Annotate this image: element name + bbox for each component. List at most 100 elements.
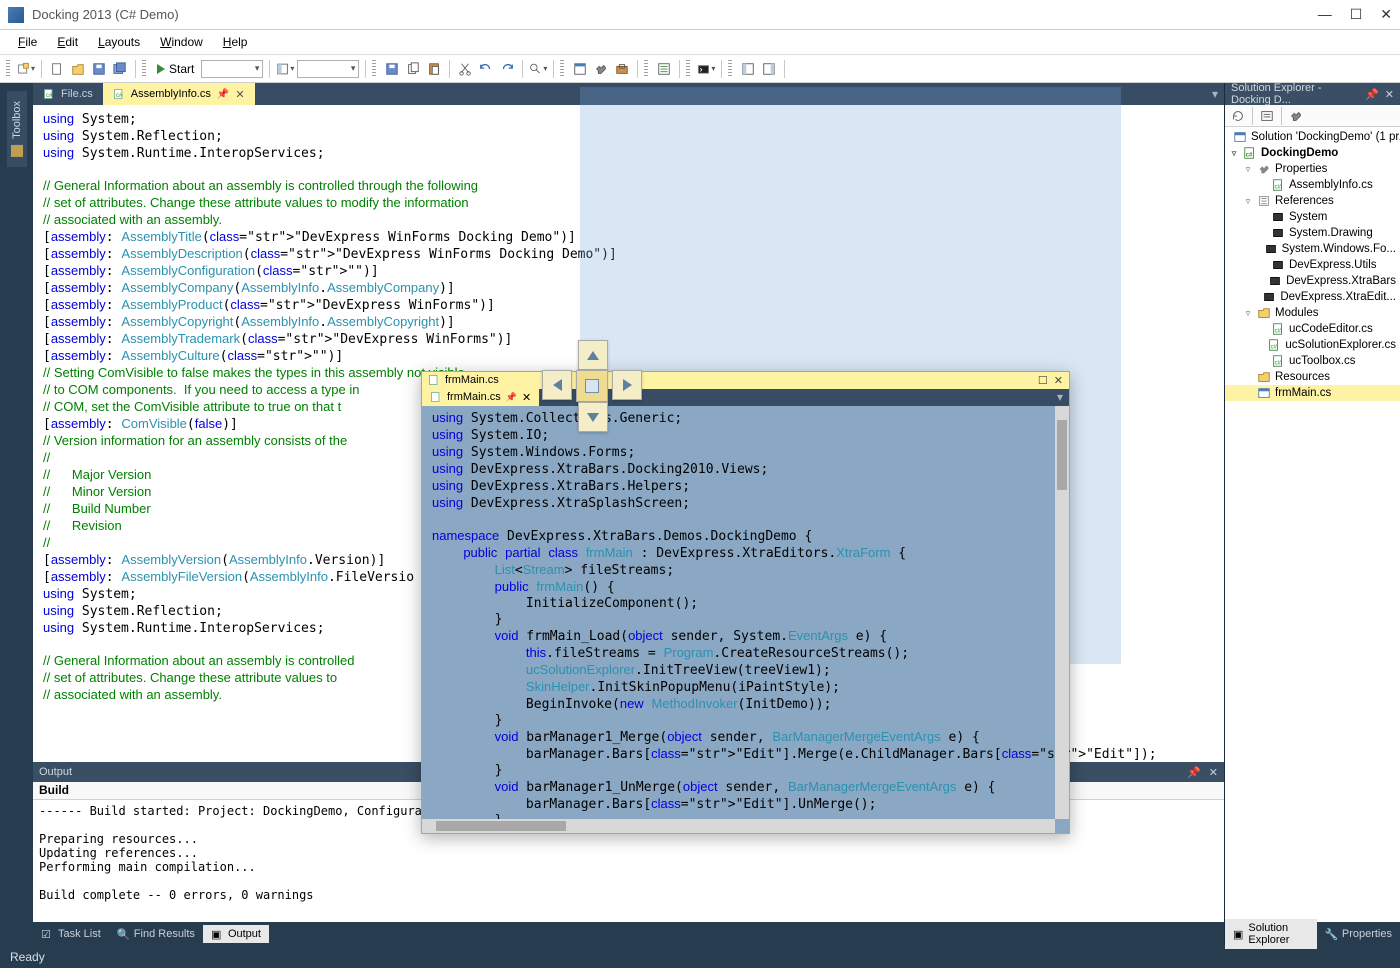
status-bar: Ready — [0, 945, 1400, 968]
tab-task-list[interactable]: ☑Task List — [33, 925, 109, 943]
output-title: Output — [39, 766, 72, 778]
dock-right-button[interactable] — [760, 60, 778, 78]
toolbar-grip-7[interactable] — [728, 60, 732, 78]
tabs-dropdown-icon[interactable]: ▾ — [1212, 87, 1218, 101]
tree-node[interactable]: Solution 'DockingDemo' (1 pr... — [1225, 129, 1400, 145]
save-2-button[interactable] — [383, 60, 401, 78]
menu-file[interactable]: File — [10, 32, 45, 52]
toolbar-grip-5[interactable] — [644, 60, 648, 78]
minimize-button[interactable]: — — [1318, 6, 1332, 23]
pin-icon[interactable]: 📌 — [1365, 88, 1379, 101]
tree-node[interactable]: DevExpress.Utils — [1225, 257, 1400, 273]
close-tab-icon[interactable]: ✕ — [235, 88, 244, 101]
layout-combo[interactable] — [297, 60, 359, 78]
horizontal-scrollbar[interactable] — [422, 819, 1055, 833]
save-all-button[interactable] — [111, 60, 129, 78]
tab-file-cs[interactable]: c# File.cs — [33, 83, 103, 105]
tree-node[interactable]: DevExpress.XtraEdit... — [1225, 289, 1400, 305]
close-icon[interactable]: ✕ — [1054, 374, 1063, 387]
close-tab-icon[interactable]: ✕ — [522, 391, 531, 404]
tree-node[interactable]: c#ucCodeEditor.cs — [1225, 321, 1400, 337]
properties-button[interactable] — [592, 60, 610, 78]
pin-icon[interactable]: 📌 — [506, 392, 517, 403]
tree-node[interactable]: ▿References — [1225, 193, 1400, 209]
menu-window[interactable]: Window — [152, 32, 211, 52]
tabs-dropdown-icon[interactable]: ▾ — [1057, 390, 1063, 404]
toolbox-strip: Toolbox — [0, 83, 33, 945]
tree-node[interactable]: Resources — [1225, 369, 1400, 385]
menu-edit[interactable]: Edit — [49, 32, 86, 52]
tree-node[interactable]: DevExpress.XtraBars — [1225, 273, 1400, 289]
close-icon[interactable]: ✕ — [1209, 766, 1218, 779]
pin-icon[interactable]: 📌 — [1187, 766, 1201, 779]
toolbox-tab[interactable]: Toolbox — [7, 91, 27, 167]
tab-properties[interactable]: 🔧Properties — [1317, 925, 1400, 943]
tree-node[interactable]: c#ucToolbox.cs — [1225, 353, 1400, 369]
toolbar-grip-3[interactable] — [372, 60, 376, 78]
vertical-scrollbar[interactable] — [1055, 406, 1069, 819]
copy-button[interactable] — [404, 60, 422, 78]
tree-node[interactable]: ▿Modules — [1225, 305, 1400, 321]
cut-button[interactable] — [456, 60, 474, 78]
toolbox-button[interactable] — [613, 60, 631, 78]
pin-icon[interactable]: 📌 — [217, 89, 229, 100]
close-button[interactable]: ✕ — [1380, 6, 1392, 23]
open-button[interactable] — [69, 60, 87, 78]
toolbar-grip-4[interactable] — [560, 60, 564, 78]
toolbar-grip-2[interactable] — [142, 60, 146, 78]
tree-node[interactable]: frmMain.cs — [1225, 385, 1400, 401]
properties-button[interactable] — [1287, 107, 1305, 125]
app-icon — [8, 7, 24, 23]
solution-tree[interactable]: Solution 'DockingDemo' (1 pr...▿c#Dockin… — [1225, 127, 1400, 922]
maximize-icon[interactable]: ☐ — [1038, 374, 1048, 387]
svg-text:c#: c# — [46, 93, 53, 99]
tree-node[interactable]: System.Windows.Fo... — [1225, 241, 1400, 257]
tree-node[interactable]: System — [1225, 209, 1400, 225]
tree-node[interactable]: c#AssemblyInfo.cs — [1225, 177, 1400, 193]
tree-node[interactable]: ▿Properties — [1225, 161, 1400, 177]
refresh-button[interactable] — [1229, 107, 1247, 125]
floating-document-window[interactable]: frmMain.cs ☐ ✕ frmMain.cs 📌 ✕ ▾ using Sy… — [421, 371, 1070, 834]
show-all-button[interactable] — [1258, 107, 1276, 125]
save-button[interactable] — [90, 60, 108, 78]
menu-help[interactable]: Help — [215, 32, 256, 52]
layout-button[interactable] — [276, 60, 294, 78]
floating-code-editor[interactable]: using System.Collections.Generic; using … — [422, 406, 1069, 833]
close-icon[interactable]: ✕ — [1385, 88, 1394, 101]
new-project-button[interactable] — [17, 60, 35, 78]
tree-node[interactable]: c#ucSolutionExplorer.cs — [1225, 337, 1400, 353]
main-toolbar: Start — [0, 54, 1400, 83]
floating-window-titlebar[interactable]: frmMain.cs ☐ ✕ — [422, 372, 1069, 389]
find-button[interactable] — [529, 60, 547, 78]
output-tabs: ☑Task List 🔍Find Results ▣Output — [33, 922, 1224, 945]
tree-node[interactable]: System.Drawing — [1225, 225, 1400, 241]
cs-file-icon — [430, 391, 442, 403]
cs-file-icon: c# — [43, 88, 55, 100]
new-file-button[interactable] — [48, 60, 66, 78]
tab-solution-explorer[interactable]: ▣Solution Explorer — [1225, 919, 1317, 949]
tab-find-results[interactable]: 🔍Find Results — [109, 925, 203, 943]
floating-tab-frmmain[interactable]: frmMain.cs 📌 ✕ — [422, 389, 539, 406]
redo-button[interactable] — [498, 60, 516, 78]
task-list-button[interactable] — [655, 60, 673, 78]
solution-explorer-button[interactable] — [571, 60, 589, 78]
svg-text:c#: c# — [1275, 184, 1282, 191]
cs-file-icon — [428, 374, 440, 386]
tab-output[interactable]: ▣Output — [203, 925, 269, 943]
paste-button[interactable] — [425, 60, 443, 78]
cs-file-icon: c# — [113, 88, 125, 100]
toolbar-grip-6[interactable] — [686, 60, 690, 78]
tab-assemblyinfo-cs[interactable]: c# AssemblyInfo.cs 📌 ✕ — [103, 83, 255, 105]
tree-node[interactable]: ▿c#DockingDemo — [1225, 145, 1400, 161]
toolbox-icon — [11, 145, 23, 157]
start-config-combo[interactable] — [201, 60, 263, 78]
solution-explorer-header: Solution Explorer - Docking D... 📌 ✕ — [1225, 83, 1400, 105]
dock-left-button[interactable] — [739, 60, 757, 78]
output-button[interactable] — [697, 60, 715, 78]
menu-layouts[interactable]: Layouts — [90, 32, 148, 52]
maximize-button[interactable]: ☐ — [1350, 6, 1363, 23]
start-button[interactable]: Start — [153, 59, 198, 79]
frmmain-code[interactable]: using System.Collections.Generic; using … — [422, 406, 1069, 833]
undo-button[interactable] — [477, 60, 495, 78]
toolbar-grip[interactable] — [6, 60, 10, 78]
